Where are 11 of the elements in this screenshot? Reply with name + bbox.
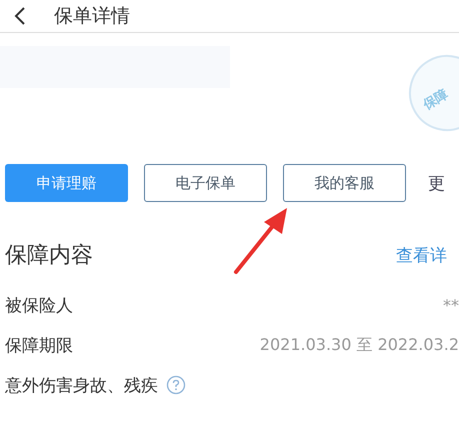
field-value: 2021.03.30 至 2022.03.2 bbox=[260, 334, 459, 356]
action-button[interactable]: 我的客服 bbox=[283, 164, 406, 202]
field-label: 意外伤害身故、残疾 bbox=[5, 374, 158, 396]
more-link[interactable]: 更 bbox=[428, 172, 445, 194]
field-value: ** bbox=[443, 296, 459, 314]
field-label: 被保险人 bbox=[5, 294, 73, 316]
back-icon[interactable] bbox=[14, 7, 26, 25]
field-label: 保障期限 bbox=[5, 334, 73, 356]
action-button[interactable]: 电子保单 bbox=[144, 164, 267, 202]
section-title: 保障内容 bbox=[5, 242, 93, 270]
page-title: 保单详情 bbox=[54, 4, 130, 29]
